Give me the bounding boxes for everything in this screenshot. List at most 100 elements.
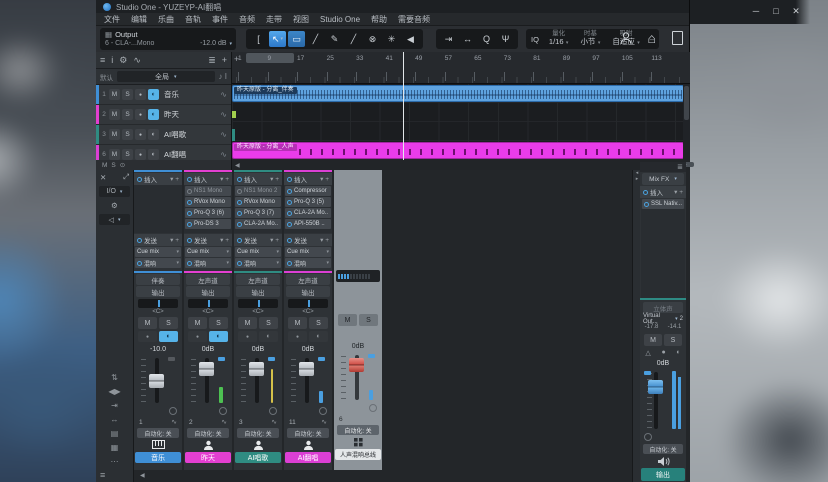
fader-handle[interactable] — [149, 373, 164, 388]
monitor-button[interactable]: ◐ — [148, 129, 159, 140]
split-tool[interactable]: ╱ — [307, 31, 324, 47]
input-routing[interactable]: 左声道 — [236, 274, 280, 285]
track-row[interactable]: 3 M S ● ◐ AI唱歌 ∿ — [96, 125, 231, 145]
arrange-view[interactable]: + 1 9 17 25 33 41 49 57 65 73 81 89 97 105 113 昨天原版 - … — [232, 52, 690, 160]
record-arm-button[interactable]: ● — [238, 331, 257, 342]
input-routing[interactable]: 伴奏 — [136, 274, 180, 285]
mixfx-selector[interactable]: Mix FX ▾ — [642, 173, 684, 185]
solo-button[interactable]: S — [664, 334, 682, 346]
channel-name-label[interactable]: 输出 — [641, 468, 685, 481]
add-send-icon[interactable]: ▾ + — [320, 236, 329, 244]
toolbar-dropdown-1[interactable]: 时基 小节 ▾ — [580, 30, 600, 48]
insert-slot[interactable]: RVox Mono — [185, 197, 231, 207]
automation-mode-button[interactable]: 自动化: 关 — [237, 428, 279, 438]
solo-button[interactable]: S — [122, 149, 133, 160]
menu-item-4[interactable]: 事件 — [212, 14, 228, 25]
add-insert-icon[interactable]: ▾ + — [220, 175, 229, 183]
power-icon[interactable] — [287, 199, 292, 205]
vertical-scrollbar[interactable] — [683, 84, 690, 160]
monitor-button[interactable]: ◐ — [309, 331, 328, 342]
power-icon[interactable] — [287, 210, 292, 216]
power-icon[interactable] — [287, 237, 292, 243]
console-icon-4[interactable]: ▤ — [111, 429, 119, 438]
solo-button[interactable]: S — [209, 317, 228, 329]
monitor-button[interactable]: ◐ — [209, 331, 228, 342]
add-insert-icon[interactable]: ▾ + — [674, 188, 683, 196]
power-icon[interactable] — [187, 210, 192, 216]
monitor-selector[interactable]: ◁ ▾ — [99, 214, 130, 225]
sends-header[interactable]: 发送 ▾ + — [184, 234, 232, 246]
solo-button[interactable]: S — [159, 317, 178, 329]
mute-button[interactable]: M — [138, 317, 157, 329]
mute-button[interactable]: M — [109, 109, 120, 120]
menu-item-7[interactable]: 视图 — [293, 14, 309, 25]
power-icon[interactable] — [644, 201, 649, 207]
pan-slider[interactable] — [288, 299, 328, 308]
power-icon[interactable] — [237, 176, 242, 182]
channel-strip-1[interactable]: 插入 ▾ + 发送 ▾ + Cue mix ▾ 混响 ▾ 伴奏 输出 <C> M S ● ◐ -10.0 1 ∿ 自… — [134, 170, 182, 470]
global-mute[interactable]: M — [102, 162, 107, 169]
pan-slider[interactable] — [188, 299, 228, 308]
inserts-header[interactable]: 插入 ▾ + — [234, 173, 282, 185]
power-icon[interactable] — [137, 237, 142, 243]
filter-dropdown[interactable]: 全局 ▾ — [117, 71, 215, 82]
automation-mode-button[interactable]: 自动化: 关 — [287, 428, 329, 438]
insert-slot[interactable]: CLA-2A Mo.. — [235, 219, 281, 229]
power-icon[interactable] — [237, 210, 242, 216]
mute-button[interactable]: M — [109, 149, 120, 160]
output-selector[interactable]: ▦ Output 6 - CLA-...Mono -12.0 dB ▾ — [100, 28, 236, 50]
automation-mode-button[interactable]: 自动化: 关 — [337, 425, 379, 435]
volume-fader[interactable] — [334, 352, 382, 414]
insert-slot[interactable]: Pro-Q 3 (5) — [285, 197, 331, 207]
record-arm-button[interactable]: ● — [188, 331, 207, 342]
volume-fader[interactable] — [134, 355, 182, 417]
solo-button[interactable]: S — [259, 317, 278, 329]
console-icon-1[interactable]: ◀▶ — [108, 387, 120, 396]
expand-icon[interactable]: ⤢ — [123, 172, 129, 182]
mute-button[interactable]: M — [288, 317, 307, 329]
track-header-icon-0[interactable]: ≡ — [100, 55, 105, 65]
power-icon[interactable] — [237, 221, 242, 227]
insert-slot[interactable]: Pro-DS 3 — [185, 219, 231, 229]
playhead[interactable] — [403, 52, 404, 160]
sends-header[interactable]: 发送 ▾ + — [284, 234, 332, 246]
mute-button[interactable]: M — [188, 317, 207, 329]
power-icon[interactable] — [237, 237, 242, 243]
audio-clip-instrumental[interactable]: 昨天原版 - 分离_伴奏 — [232, 85, 684, 102]
close-button[interactable]: ✕ — [788, 3, 804, 19]
stereo-toggle[interactable]: 立体声 — [643, 302, 683, 313]
channel-name-label[interactable]: 昨天 — [185, 452, 231, 463]
inserts-header[interactable]: 插入 ▾ + — [134, 173, 182, 185]
sends-header[interactable]: 发送 ▾ + — [134, 234, 182, 246]
channel-strip-2[interactable]: 插入 ▾ + NS1 Mono RVox Mono Pro-Q 3 (6) Pro-DS … — [184, 170, 232, 470]
mode-icon-1[interactable]: ● — [661, 349, 665, 356]
timeline-ruler[interactable]: + 1 9 17 25 33 41 49 57 65 73 81 89 97 105 113 — [232, 52, 690, 84]
monitor-button[interactable]: ◐ — [148, 89, 159, 100]
power-icon[interactable] — [287, 188, 292, 194]
insert-slot[interactable]: RVox Mono — [235, 197, 281, 207]
fader-handle[interactable] — [299, 361, 314, 376]
insert-slot[interactable]: NS1 Mono — [185, 186, 231, 196]
scrollbar-thumb[interactable] — [684, 86, 689, 120]
send-slot[interactable]: 混响 ▾ — [235, 258, 281, 268]
bend-tool[interactable]: ✳ — [383, 31, 400, 47]
send-slot[interactable]: 混响 ▾ — [135, 258, 181, 268]
record-arm-button[interactable]: ● — [135, 89, 146, 100]
scroll-left-icon[interactable]: ◀ — [140, 472, 145, 479]
track-header-icon-2[interactable]: ⚙ — [119, 55, 127, 66]
mono-toggle-icon[interactable] — [369, 404, 377, 412]
volume-fader[interactable] — [184, 355, 232, 417]
pan-slider[interactable] — [238, 299, 278, 308]
home-icon[interactable]: ⌂ — [648, 30, 656, 46]
power-icon[interactable] — [187, 221, 192, 227]
input-routing[interactable]: 左声道 — [286, 274, 330, 285]
power-icon[interactable] — [287, 260, 292, 266]
send-slot[interactable]: Cue mix ▾ — [185, 247, 231, 257]
insert-slot[interactable]: Pro-Q 3 (7) — [235, 208, 281, 218]
inserts-header[interactable]: 插入 ▾ + — [640, 186, 686, 198]
power-icon[interactable] — [237, 188, 242, 194]
insert-slot[interactable]: NS1 Mono 2 — [235, 186, 281, 196]
input-routing[interactable]: 左声道 — [186, 274, 230, 285]
monitor-button[interactable]: ◐ — [259, 331, 278, 342]
record-arm-button[interactable]: ● — [288, 331, 307, 342]
